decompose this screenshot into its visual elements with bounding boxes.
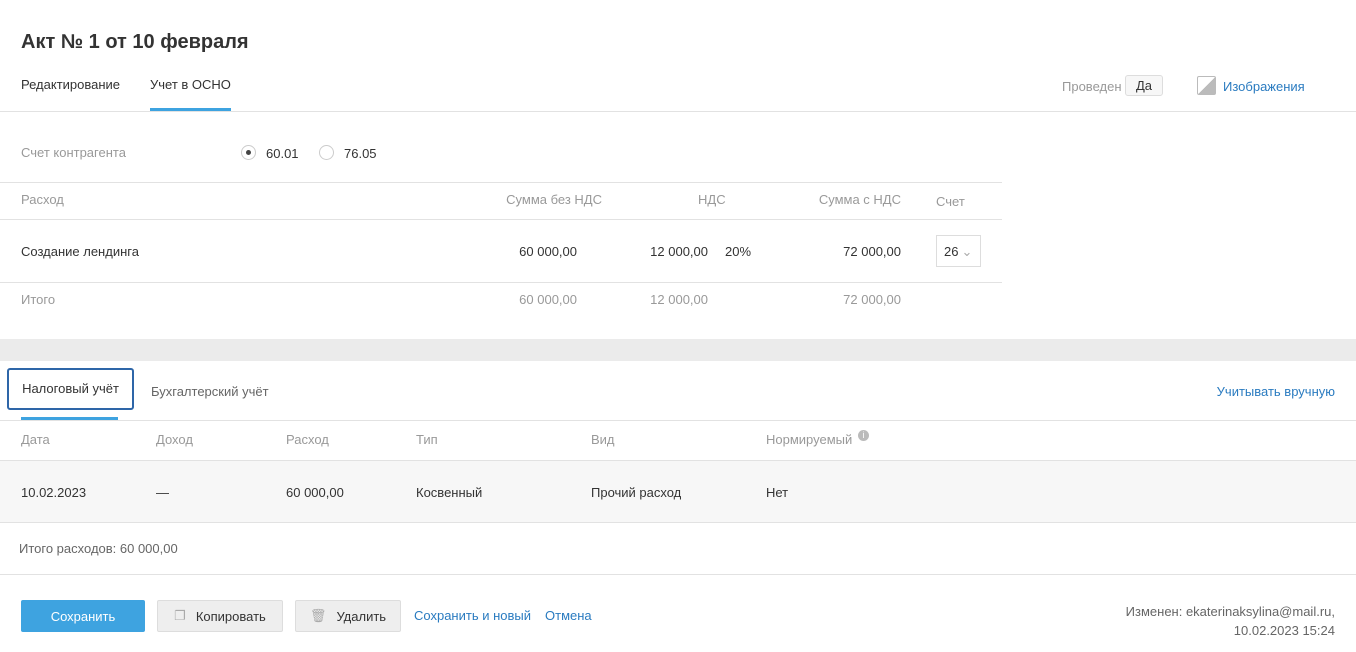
account-value: 26 xyxy=(944,244,959,259)
radio-76-05-label[interactable]: 76.05 xyxy=(344,146,377,161)
row-kind: Прочий расход xyxy=(591,485,682,500)
tab-osno[interactable]: Учет в ОСНО xyxy=(150,77,231,92)
col-kind: Вид xyxy=(591,432,615,447)
images-link[interactable]: Изображения xyxy=(1223,79,1305,94)
chevron-down-icon: ⌄ xyxy=(961,244,973,259)
manual-accounting-link[interactable]: Учитывать вручную xyxy=(1217,384,1335,399)
page-title: Акт № 1 от 10 февраля xyxy=(21,31,249,53)
divider xyxy=(0,111,1356,112)
divider xyxy=(0,282,1002,283)
expense-name: Создание лендинга xyxy=(21,244,139,259)
expense-vat: 12 000,00 xyxy=(650,244,708,259)
row-expense: 60 000,00 xyxy=(286,485,344,500)
expense-sum: 60 000,00 xyxy=(519,244,577,259)
col-expense: Расход xyxy=(286,432,329,447)
posted-label: Проведен xyxy=(1062,79,1122,94)
radio-60-01-label[interactable]: 60.01 xyxy=(266,146,299,161)
counterparty-label: Счет контрагента xyxy=(21,145,126,160)
col-account: Счет xyxy=(936,194,965,209)
row-type: Косвенный xyxy=(416,485,483,500)
changed-at: 10.02.2023 15:24 xyxy=(1233,623,1335,638)
image-icon[interactable] xyxy=(1197,76,1216,95)
col-vat: НДС xyxy=(698,192,726,207)
info-icon[interactable]: i xyxy=(858,430,869,441)
col-type: Тип xyxy=(416,432,438,447)
account-select[interactable]: 26 ⌄ xyxy=(936,235,981,267)
expense-vat-rate[interactable]: 20% xyxy=(725,244,751,259)
delete-label: Удалить xyxy=(336,608,387,624)
row-normalized: Нет xyxy=(766,485,789,500)
divider xyxy=(0,219,1002,220)
col-date: Дата xyxy=(21,432,50,447)
col-sum: Сумма без НДС xyxy=(506,192,602,207)
save-button[interactable]: Сохранить xyxy=(21,600,145,632)
subtab-accounting[interactable]: Бухгалтерский учёт xyxy=(151,384,269,399)
divider xyxy=(0,420,1356,421)
table-row[interactable]: 10.02.2023 — 60 000,00 Косвенный Прочий … xyxy=(0,460,1356,523)
col-total: Сумма с НДС xyxy=(818,192,901,207)
totals-sum: 60 000,00 xyxy=(519,292,577,307)
divider xyxy=(0,182,1002,183)
posted-toggle[interactable]: Да xyxy=(1125,75,1163,96)
save-and-new-link[interactable]: Сохранить и новый xyxy=(414,608,531,623)
copy-button[interactable]: ❐ Копировать xyxy=(157,600,283,632)
expense-total: 72 000,00 xyxy=(843,244,901,259)
copy-label: Копировать xyxy=(195,608,266,624)
change-info: Изменен: ekaterinaksylina@mail.ru, 10.02.… xyxy=(1126,602,1335,640)
changed-by: Изменен: ekaterinaksylina@mail.ru, xyxy=(1125,604,1335,619)
delete-button[interactable]: 🗑 Удалить xyxy=(295,600,401,632)
radio-76-05[interactable] xyxy=(319,145,334,160)
total-expenses: Итого расходов: 60 000,00 xyxy=(19,541,178,556)
row-date: 10.02.2023 xyxy=(21,485,87,500)
col-expense: Расход xyxy=(21,192,64,207)
divider xyxy=(0,574,1356,575)
cancel-link[interactable]: Отмена xyxy=(545,608,592,623)
totals-label: Итого xyxy=(21,292,56,307)
subtab-tax[interactable]: Налоговый учёт xyxy=(7,368,134,410)
trash-icon: 🗑 xyxy=(309,608,327,623)
copy-icon: ❐ xyxy=(174,608,186,623)
col-normalized: Нормируемый xyxy=(766,432,853,447)
totals-vat: 12 000,00 xyxy=(650,292,708,307)
tab-editing[interactable]: Редактирование xyxy=(21,77,120,92)
radio-60-01[interactable] xyxy=(241,145,256,160)
row-income: — xyxy=(156,485,169,500)
col-income: Доход xyxy=(156,432,193,447)
totals-total: 72 000,00 xyxy=(843,292,901,307)
section-separator xyxy=(0,339,1356,361)
